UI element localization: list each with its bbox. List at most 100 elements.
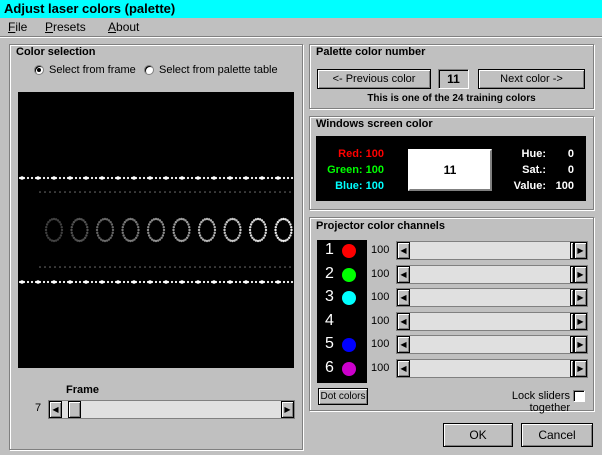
laser-dot bbox=[52, 280, 56, 284]
slider-left-arrow-icon[interactable]: ◀ bbox=[397, 336, 410, 353]
radio-select-from-frame[interactable] bbox=[34, 65, 44, 75]
laser-dot bbox=[201, 238, 205, 241]
laser-dot bbox=[194, 266, 196, 268]
laser-dot bbox=[238, 234, 241, 237]
channel-slider[interactable]: ◀ ▶ bbox=[396, 358, 588, 378]
laser-dot bbox=[158, 176, 162, 180]
slider-right-arrow-icon[interactable]: ▶ bbox=[574, 336, 587, 353]
laser-dot bbox=[132, 280, 136, 284]
laser-dot bbox=[125, 238, 128, 241]
frame-slider-right-arrow-icon[interactable]: ▶ bbox=[281, 401, 294, 418]
laser-dot bbox=[286, 280, 290, 284]
laser-dot bbox=[134, 236, 138, 239]
laser-dot bbox=[84, 176, 88, 180]
frame-slider-left-arrow-icon[interactable]: ◀ bbox=[49, 401, 62, 418]
radio-select-from-palette[interactable] bbox=[144, 65, 154, 75]
slider-right-arrow-icon[interactable]: ▶ bbox=[574, 265, 587, 283]
channel-slider[interactable]: ◀ ▶ bbox=[396, 311, 588, 331]
laser-dot bbox=[158, 219, 162, 222]
laser-dot bbox=[244, 176, 248, 180]
slider-right-arrow-icon[interactable]: ▶ bbox=[574, 289, 587, 306]
frame-preview[interactable] bbox=[18, 92, 319, 368]
slider-left-arrow-icon[interactable]: ◀ bbox=[397, 359, 410, 377]
laser-dot bbox=[284, 266, 286, 268]
laser-dot bbox=[212, 176, 216, 180]
laser-dot bbox=[234, 266, 236, 268]
laser-dot bbox=[225, 236, 229, 239]
channel-value: 100 bbox=[371, 291, 390, 303]
laser-dot bbox=[149, 236, 152, 239]
slider-left-arrow-icon[interactable]: ◀ bbox=[397, 289, 410, 306]
laser-dot bbox=[274, 191, 276, 193]
slider-left-arrow-icon[interactable]: ◀ bbox=[397, 242, 410, 259]
laser-dot bbox=[211, 236, 214, 239]
menu-presets[interactable]: Presets bbox=[45, 20, 86, 34]
laser-dot bbox=[142, 280, 146, 284]
cancel-button[interactable]: Cancel bbox=[521, 423, 593, 447]
menu-about[interactable]: About bbox=[108, 20, 139, 34]
ok-button[interactable]: OK bbox=[443, 423, 513, 447]
menu-bar: File Presets About bbox=[0, 18, 602, 36]
laser-dot bbox=[209, 191, 211, 193]
laser-dot bbox=[45, 231, 48, 235]
laser-dot bbox=[223, 225, 226, 229]
frame-slider[interactable]: ◀ ▶ bbox=[48, 400, 295, 419]
laser-dot bbox=[282, 176, 286, 180]
radio-palette-label: Select from palette table bbox=[159, 64, 278, 76]
laser-dot bbox=[218, 176, 222, 180]
dot-colors-button[interactable]: Dot colors bbox=[318, 388, 368, 405]
lock-sliders-checkbox[interactable] bbox=[573, 390, 585, 402]
red-value: Red: 100 bbox=[338, 148, 384, 160]
laser-dot bbox=[180, 217, 183, 221]
laser-dot bbox=[249, 191, 251, 193]
laser-dot bbox=[137, 231, 140, 235]
laser-dot bbox=[176, 238, 179, 241]
laser-dot bbox=[62, 176, 66, 180]
laser-dot bbox=[68, 176, 72, 180]
slider-right-arrow-icon[interactable]: ▶ bbox=[574, 312, 587, 330]
palette-number-field[interactable]: 11 bbox=[438, 69, 469, 89]
channel-slider[interactable]: ◀ ▶ bbox=[396, 288, 588, 307]
laser-dot bbox=[198, 231, 201, 235]
laser-dot bbox=[227, 238, 230, 241]
slider-right-arrow-icon[interactable]: ▶ bbox=[574, 359, 587, 377]
channel-slider[interactable]: ◀ ▶ bbox=[396, 335, 588, 354]
laser-dot bbox=[58, 280, 62, 284]
laser-dot bbox=[204, 266, 206, 268]
frame-slider-thumb[interactable] bbox=[68, 401, 82, 418]
channel-slider[interactable]: ◀ ▶ bbox=[396, 264, 588, 284]
channel-slider[interactable]: ◀ ▶ bbox=[396, 241, 588, 260]
laser-dot bbox=[248, 228, 252, 232]
laser-dot bbox=[122, 234, 125, 237]
menu-file[interactable]: File bbox=[8, 20, 27, 34]
laser-dot bbox=[249, 223, 253, 226]
laser-dot bbox=[121, 228, 124, 232]
laser-dot bbox=[244, 280, 248, 284]
laser-dot bbox=[137, 228, 140, 232]
laser-dot bbox=[110, 234, 114, 237]
laser-dot bbox=[280, 218, 283, 221]
laser-dot bbox=[76, 218, 79, 221]
channel-number: 3 bbox=[325, 288, 334, 305]
laser-dot bbox=[98, 236, 101, 239]
slider-left-arrow-icon[interactable]: ◀ bbox=[397, 312, 410, 330]
laser-dot bbox=[60, 225, 63, 229]
laser-dot bbox=[139, 266, 141, 268]
laser-dot bbox=[161, 223, 165, 226]
laser-dot bbox=[101, 218, 105, 221]
laser-dot bbox=[114, 266, 116, 268]
slider-right-arrow-icon[interactable]: ▶ bbox=[574, 242, 587, 259]
laser-dot bbox=[198, 234, 202, 237]
laser-dot bbox=[236, 221, 240, 224]
laser-dot bbox=[278, 238, 281, 241]
laser-dot bbox=[142, 176, 146, 180]
laser-dot bbox=[129, 217, 132, 221]
laser-dot bbox=[231, 217, 234, 221]
slider-left-arrow-icon[interactable]: ◀ bbox=[397, 265, 410, 283]
green-value: Green: 100 bbox=[327, 164, 384, 176]
previous-color-button[interactable]: <- Previous color bbox=[317, 69, 431, 89]
laser-dot bbox=[170, 280, 174, 284]
laser-dot bbox=[198, 225, 201, 229]
next-color-button[interactable]: Next color -> bbox=[478, 69, 585, 89]
laser-dot bbox=[254, 266, 256, 268]
